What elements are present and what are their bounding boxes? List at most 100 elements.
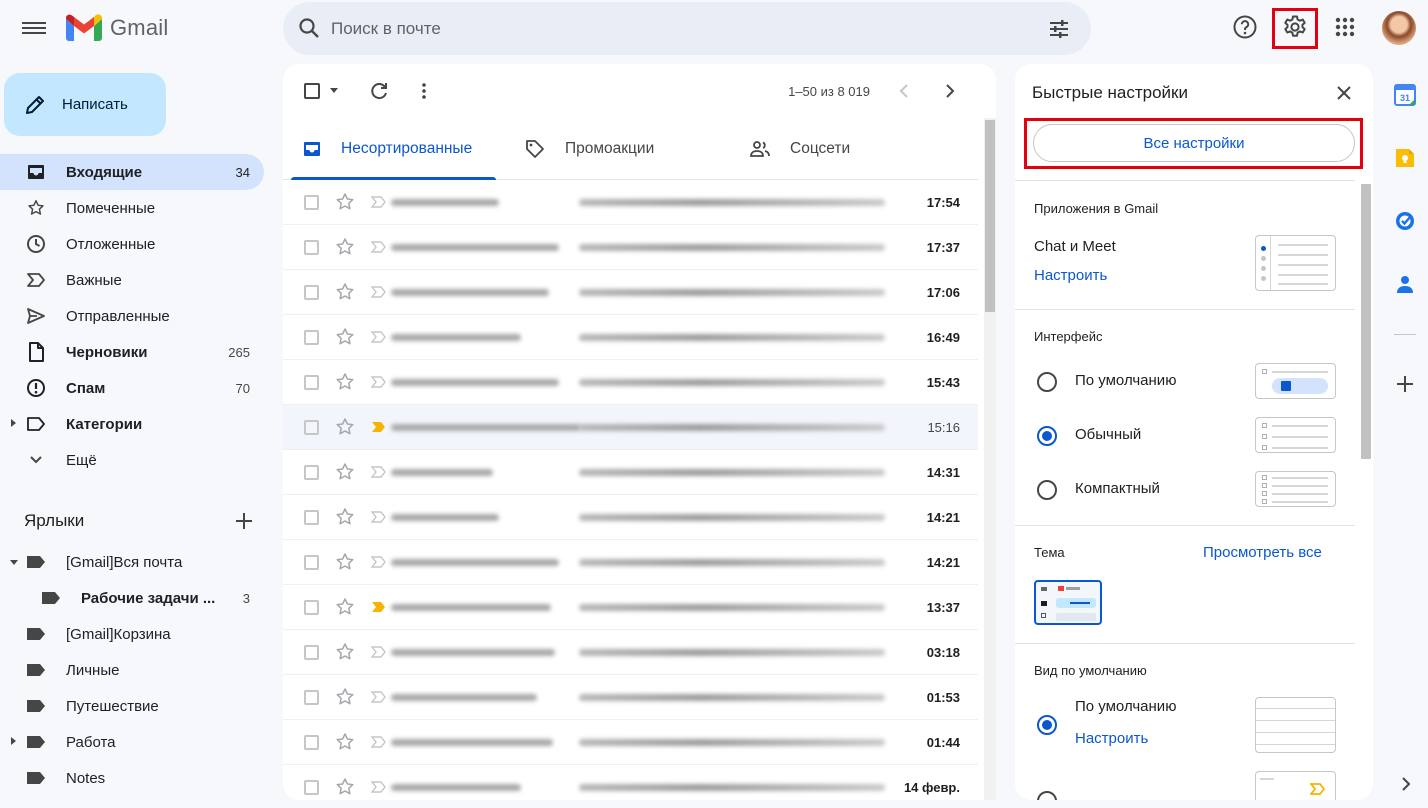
- inbox-other-radio[interactable]: [1037, 791, 1057, 800]
- importance-marker-icon[interactable]: [371, 376, 387, 388]
- search-icon[interactable]: [297, 16, 321, 40]
- importance-marker-icon[interactable]: [371, 781, 387, 793]
- star-icon[interactable]: [335, 732, 355, 752]
- label-item-trash[interactable]: [Gmail]Корзина: [0, 616, 264, 652]
- email-row[interactable]: 14:21: [283, 540, 978, 585]
- label-item-travel[interactable]: Путешествие: [0, 688, 264, 724]
- tab-promotions[interactable]: Промоакции: [525, 118, 654, 180]
- keep-notes-icon[interactable]: [1394, 147, 1416, 169]
- email-row[interactable]: 14:31: [283, 450, 978, 495]
- star-icon[interactable]: [335, 327, 355, 347]
- sidebar-item-categories[interactable]: Категории: [0, 406, 264, 442]
- google-apps-icon[interactable]: [1332, 14, 1358, 40]
- importance-marker-icon[interactable]: [371, 646, 387, 658]
- all-settings-button[interactable]: Все настройки: [1033, 124, 1355, 162]
- email-row[interactable]: 03:18: [283, 630, 978, 675]
- density-compact-radio[interactable]: [1037, 480, 1057, 500]
- sidebar-item-important[interactable]: Важные: [0, 262, 264, 298]
- more-vert-icon[interactable]: [413, 80, 435, 102]
- star-icon[interactable]: [335, 687, 355, 707]
- star-icon[interactable]: [335, 282, 355, 302]
- label-item-work-tasks[interactable]: Рабочие задачи ... 3: [0, 580, 264, 616]
- row-checkbox[interactable]: [304, 465, 319, 480]
- density-default-radio[interactable]: [1037, 372, 1057, 392]
- sidebar-item-inbox[interactable]: Входящие 34: [0, 154, 264, 190]
- row-checkbox[interactable]: [304, 780, 319, 795]
- label-item-work[interactable]: Работа: [0, 724, 264, 760]
- sidebar-item-snoozed[interactable]: Отложенные: [0, 226, 264, 262]
- expand-arrow-icon[interactable]: [11, 419, 16, 427]
- list-scrollbar[interactable]: [984, 118, 996, 800]
- importance-marker-icon[interactable]: [371, 691, 387, 703]
- expand-arrow-icon[interactable]: [11, 737, 16, 745]
- calendar-icon[interactable]: 31: [1394, 84, 1416, 106]
- prev-page-icon[interactable]: [894, 80, 916, 102]
- account-avatar[interactable]: [1382, 11, 1416, 45]
- inbox-configure-link[interactable]: Настроить: [1075, 730, 1148, 747]
- tab-primary[interactable]: Несортированные: [291, 118, 496, 180]
- star-icon[interactable]: [335, 597, 355, 617]
- row-checkbox[interactable]: [304, 555, 319, 570]
- label-item-all-mail[interactable]: [Gmail]Вся почта: [0, 544, 264, 580]
- importance-marker-icon[interactable]: [371, 196, 387, 208]
- row-checkbox[interactable]: [304, 600, 319, 615]
- settings-gear-icon[interactable]: [1282, 14, 1308, 40]
- collapse-arrow-icon[interactable]: [10, 560, 18, 565]
- label-item-personal[interactable]: Личные: [0, 652, 264, 688]
- email-row[interactable]: 16:49: [283, 315, 978, 360]
- email-row[interactable]: 17:54: [283, 180, 978, 225]
- row-checkbox[interactable]: [304, 735, 319, 750]
- star-icon[interactable]: [335, 192, 355, 212]
- quick-settings-scrollbar[interactable]: [1361, 184, 1371, 459]
- row-checkbox[interactable]: [304, 195, 319, 210]
- star-icon[interactable]: [335, 777, 355, 797]
- importance-marker-icon[interactable]: [371, 601, 387, 613]
- tab-social[interactable]: Соцсети: [750, 118, 850, 180]
- view-all-themes-link[interactable]: Просмотреть все: [1203, 544, 1322, 561]
- label-item-notes[interactable]: Notes: [0, 760, 264, 796]
- importance-marker-icon[interactable]: [371, 241, 387, 253]
- email-row[interactable]: 14 февр.: [283, 765, 978, 800]
- star-icon[interactable]: [335, 237, 355, 257]
- search-bar[interactable]: [283, 2, 1091, 55]
- help-icon[interactable]: [1232, 14, 1258, 40]
- email-row[interactable]: 15:43: [283, 360, 978, 405]
- search-input[interactable]: [331, 10, 1031, 48]
- email-row[interactable]: 17:37: [283, 225, 978, 270]
- star-icon[interactable]: [335, 507, 355, 527]
- importance-marker-icon[interactable]: [371, 511, 387, 523]
- tasks-icon[interactable]: [1394, 210, 1416, 232]
- email-row[interactable]: 14:21: [283, 495, 978, 540]
- row-checkbox[interactable]: [304, 375, 319, 390]
- close-icon[interactable]: [1335, 84, 1353, 102]
- sidebar-item-drafts[interactable]: Черновики 265: [0, 334, 264, 370]
- importance-marker-icon[interactable]: [371, 421, 387, 433]
- add-label-icon[interactable]: [234, 511, 254, 531]
- importance-marker-icon[interactable]: [371, 331, 387, 343]
- row-checkbox[interactable]: [304, 690, 319, 705]
- sidebar-item-spam[interactable]: Спам 70: [0, 370, 264, 406]
- chat-meet-configure-link[interactable]: Настроить: [1034, 267, 1107, 284]
- email-row[interactable]: 15:16: [283, 405, 978, 450]
- search-options-icon[interactable]: [1047, 17, 1071, 41]
- add-addon-icon[interactable]: [1394, 373, 1416, 395]
- star-icon[interactable]: [335, 642, 355, 662]
- expand-side-panel-icon[interactable]: [1398, 776, 1414, 792]
- contacts-icon[interactable]: [1394, 273, 1416, 295]
- sidebar-item-more[interactable]: Ещё: [0, 442, 264, 478]
- compose-button[interactable]: Написать: [4, 73, 166, 136]
- sidebar-item-starred[interactable]: Помеченные: [0, 190, 264, 226]
- importance-marker-icon[interactable]: [371, 466, 387, 478]
- row-checkbox[interactable]: [304, 645, 319, 660]
- inbox-default-radio[interactable]: [1037, 715, 1057, 735]
- email-row[interactable]: 13:37: [283, 585, 978, 630]
- email-row[interactable]: 17:06: [283, 270, 978, 315]
- row-checkbox[interactable]: [304, 420, 319, 435]
- sidebar-item-sent[interactable]: Отправленные: [0, 298, 264, 334]
- density-normal-radio[interactable]: [1037, 426, 1057, 446]
- refresh-icon[interactable]: [368, 80, 390, 102]
- main-menu-button[interactable]: [22, 19, 46, 37]
- row-checkbox[interactable]: [304, 330, 319, 345]
- email-row[interactable]: 01:53: [283, 675, 978, 720]
- list-scrollbar-thumb[interactable]: [985, 120, 995, 312]
